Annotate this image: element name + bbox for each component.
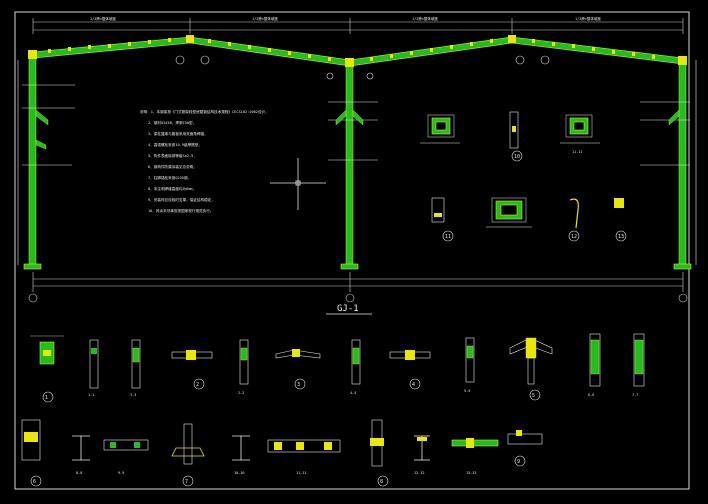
detail-5: 5 xyxy=(509,337,553,401)
detail-2-2: 2-2 xyxy=(238,339,249,395)
detail-10-side: 10 xyxy=(509,111,523,162)
top-dim-label-2: 1/2跨×整体坡度 xyxy=(252,16,278,21)
section-tag-13: 13 xyxy=(618,234,624,240)
general-notes: 说明：1、本钢架按《门式刚架轻型房屋钢结构技术规程》CECS102:2002设计… xyxy=(140,109,269,213)
note-line-2: 2、钢材Q345B，焊条E50型， xyxy=(148,120,196,125)
detail-10-10-ibeam: 10-10 xyxy=(232,435,250,475)
section-tag-8: 8 xyxy=(380,479,383,485)
crosshair-cursor-icon xyxy=(270,158,326,210)
column-callouts xyxy=(17,60,697,265)
detail-7: 7 xyxy=(171,423,205,487)
detail-2: 2 xyxy=(171,350,213,390)
detail-4-4: 4-4 xyxy=(350,339,361,395)
detail-9-9-plate: 9-9 xyxy=(103,439,149,475)
section-tag-9: 9 xyxy=(517,459,520,465)
section-tag-5: 5 xyxy=(532,393,535,399)
column-bases xyxy=(23,263,692,270)
top-dim-label-1: 1/2跨×整体坡度 xyxy=(90,16,116,21)
top-dim-label-3: 1/2跨×整体坡度 xyxy=(412,16,438,21)
section-label-9: 9-9 xyxy=(118,471,124,475)
bottom-dimension xyxy=(28,272,688,303)
top-dimension-text: 1/2跨×整体坡度 1/2跨×整体坡度 1/2跨×整体坡度 1/2跨×整体坡度 xyxy=(90,16,601,21)
note-line-1: 说明：1、本钢架按《门式刚架轻型房屋钢结构技术规程》CECS102:2002设计… xyxy=(140,109,269,114)
section-tag-2: 2 xyxy=(196,382,199,388)
detail-section-10 xyxy=(420,114,460,144)
section-label-7: 7-7 xyxy=(632,393,638,397)
detail-1-1: 1-1 xyxy=(88,339,99,397)
detail-13-13-plate: 13-13 xyxy=(451,438,499,475)
column-right xyxy=(678,57,687,268)
section-label-2: 2-2 xyxy=(238,391,244,395)
detail-8: 8 xyxy=(370,419,389,487)
detail-5-5: 5-5 xyxy=(464,337,475,393)
detail-11-circle: 11 xyxy=(431,197,454,242)
note-line-3: 3、梁柱翼缘与腹板采用双面角焊缝， xyxy=(148,131,208,136)
note-line-8: 8、未注明焊缝高度均为6mm， xyxy=(148,186,196,191)
section-tag-10: 10 xyxy=(514,154,520,160)
top-dim-label-4: 1/2跨×整体坡度 xyxy=(575,16,601,21)
detail-section-11: 11-11 xyxy=(560,114,600,154)
section-label-3: 3-3 xyxy=(130,393,136,397)
details-row-1: 1 1-1 3-3 2 2-2 4-4 4 5-5 5 6-6 7-7 xyxy=(30,333,645,403)
note-line-5: 5、构件表面除锈等级Sa2.5， xyxy=(148,153,197,158)
column-middle xyxy=(345,61,354,268)
section-label-6: 6-6 xyxy=(588,393,594,397)
section-tag-6: 6 xyxy=(33,479,36,485)
section-label-4: 4-4 xyxy=(350,391,356,395)
section-label-13: 13-13 xyxy=(466,471,477,475)
detail-7-7: 7-7 xyxy=(632,333,645,397)
detail-6-6: 6-6 xyxy=(588,333,601,397)
note-line-9: 9、安装时应设临时支撑，保证结构稳定， xyxy=(148,197,215,202)
section-label-5: 5-5 xyxy=(464,389,470,393)
section-tag-7: 7 xyxy=(185,479,188,485)
section-label-12: 12-12 xyxy=(414,471,425,475)
detail-3-3: 3-3 xyxy=(130,339,141,397)
section-tag-4: 4 xyxy=(412,382,415,388)
cad-drawing-sheet: 1/2跨×整体坡度 1/2跨×整体坡度 1/2跨×整体坡度 1/2跨×整体坡度 xyxy=(14,11,697,490)
note-line-10: 10、其余未尽事宜按国家现行规范执行。 xyxy=(148,208,213,213)
detail-6: 6 xyxy=(21,419,42,487)
detail-1: 1 xyxy=(30,335,64,403)
note-line-4: 4、高强螺栓采用10.9级摩擦型， xyxy=(148,142,202,147)
section-tag-1: 1 xyxy=(45,395,48,401)
section-tag-3: 3 xyxy=(297,382,300,388)
detail-4: 4 xyxy=(389,350,431,390)
frame-title-group: GJ-1 xyxy=(326,304,372,315)
section-label-11b: 11-11 xyxy=(296,471,307,475)
column-left xyxy=(28,51,37,268)
detail-11-11-plate: 11-11 xyxy=(267,439,341,475)
section-label-1: 1-1 xyxy=(88,393,94,397)
note-line-7: 7、柱脚锚栓采用Q235钢， xyxy=(148,175,191,180)
detail-13: 13 xyxy=(614,198,627,242)
section-label-10: 10-10 xyxy=(234,471,245,475)
node-details-top-right: 10 11-11 11 12 13 xyxy=(420,111,627,242)
note-line-6: 6、钢构件防腐涂装见总说明， xyxy=(148,164,197,169)
detail-section-12 xyxy=(486,197,532,228)
detail-12-purlin: 12 xyxy=(568,198,580,242)
section-tag-12: 12 xyxy=(571,234,577,240)
detail-12-12-ibeam: 12-12 xyxy=(414,435,430,475)
section-tag-11: 11 xyxy=(445,234,451,240)
detail-8-8-ibeam: 8-8 xyxy=(72,435,90,475)
section-label-8: 8-8 xyxy=(76,471,82,475)
frame-title: GJ-1 xyxy=(337,304,359,314)
section-label-11: 11-11 xyxy=(572,150,583,154)
detail-9: 9 xyxy=(507,430,543,467)
portal-frame xyxy=(17,35,697,270)
details-row-2: 6 8-8 9-9 7 10-10 11-11 8 12-12 13-13 9 xyxy=(21,419,543,487)
